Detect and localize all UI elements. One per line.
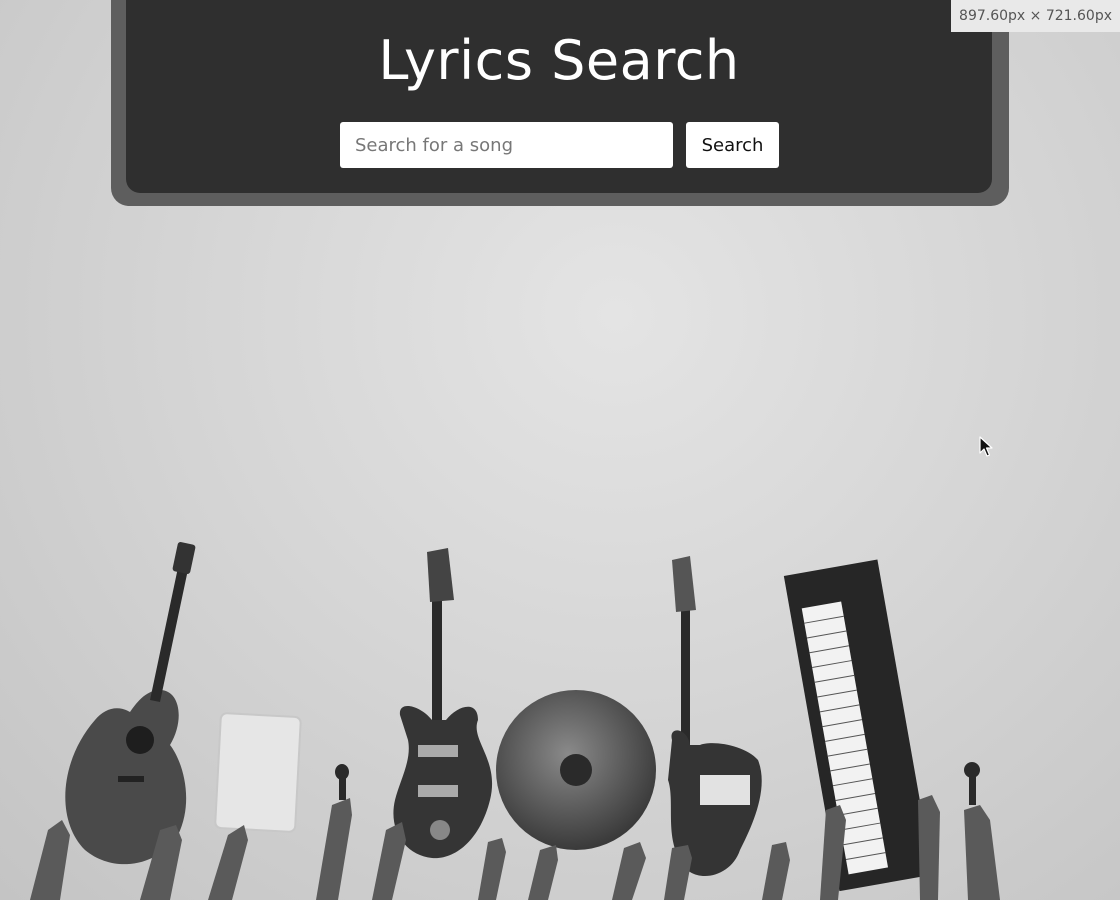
header-frame: Lyrics Search Search (111, 0, 1009, 206)
header-panel: Lyrics Search Search (126, 0, 992, 193)
acoustic-guitar-image (65, 542, 196, 865)
keyboard-image (783, 559, 933, 892)
page: Lyrics Search Search 897.60px × 721.60px (0, 0, 1120, 900)
tablet-image (214, 712, 302, 833)
bass-guitar-image (668, 556, 762, 877)
search-form: Search (340, 122, 779, 168)
page-title: Lyrics Search (378, 29, 740, 92)
microphone-image-right (964, 762, 980, 805)
search-input[interactable] (340, 122, 673, 168)
microphone-image-left (335, 764, 349, 800)
mouse-pointer-icon (979, 436, 993, 457)
search-button[interactable]: Search (686, 122, 779, 168)
viewport-size-readout: 897.60px × 721.60px (951, 0, 1120, 32)
electric-guitar-image (393, 548, 493, 859)
